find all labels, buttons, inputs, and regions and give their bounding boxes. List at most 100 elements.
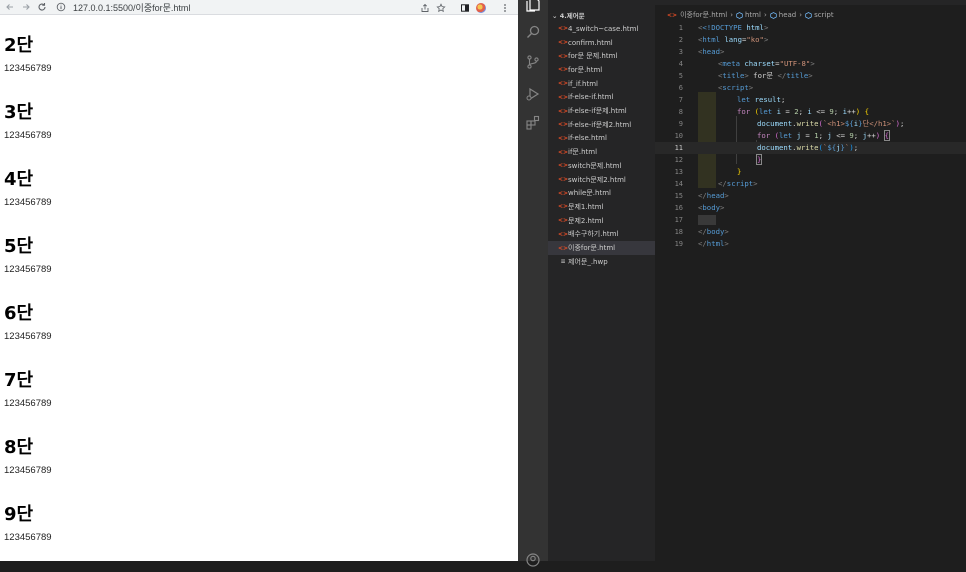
- chevron-right-icon: ›: [799, 11, 803, 19]
- file-item[interactable]: <> 문제1.html: [548, 200, 655, 214]
- search-icon[interactable]: [525, 24, 541, 40]
- code-line: 1 <<!DOCTYPE html>: [655, 22, 966, 34]
- file-item[interactable]: <> if-else-if문제.html: [548, 104, 655, 118]
- line-number: 6: [678, 84, 683, 92]
- back-arrow-icon[interactable]: [3, 1, 16, 14]
- file-name: for문.html: [568, 65, 603, 74]
- html-file-icon: <>: [558, 80, 569, 88]
- file-item[interactable]: <> for문.html: [548, 63, 655, 77]
- code-text: document.write(`${j}`);: [757, 143, 859, 152]
- forward-arrow-icon[interactable]: [19, 1, 32, 14]
- html-file-icon: <>: [558, 162, 569, 170]
- file-item[interactable]: <> 문제2.html: [548, 214, 655, 228]
- code-text: for (let i = 2; i <= 9; i++) {: [737, 107, 869, 116]
- html-file-icon: <>: [558, 121, 569, 129]
- file-item[interactable]: <> switch문제.html: [548, 159, 655, 173]
- code-text: <script>: [718, 83, 754, 92]
- gugu-block: 3단 123456789: [4, 102, 52, 141]
- file-item[interactable]: <> 4_switch~case.html: [548, 22, 655, 36]
- line-number: 9: [678, 120, 683, 128]
- html-file-icon: <>: [558, 134, 569, 142]
- file-item[interactable]: <> if문.html: [548, 145, 655, 159]
- side-panel-icon[interactable]: [458, 1, 471, 14]
- code-text: let result;: [737, 95, 786, 104]
- site-info-icon[interactable]: [54, 1, 67, 14]
- file-item[interactable]: ≡ 제어문_.hwp: [548, 255, 655, 269]
- file-item[interactable]: <> if-else.html: [548, 132, 655, 146]
- file-name: if-else-if문제2.html: [568, 120, 632, 129]
- code-line: 9 document.write(`<h1>${i}단</h1>`);: [655, 118, 966, 130]
- run-debug-icon[interactable]: [525, 86, 541, 102]
- line-number: 13: [674, 168, 683, 176]
- line-number: 1: [678, 24, 683, 32]
- file-name: if-else-if.html: [568, 93, 614, 102]
- file-item[interactable]: <> if-else-if.html: [548, 91, 655, 105]
- account-icon[interactable]: [525, 552, 541, 568]
- explorer-files-icon[interactable]: [525, 0, 541, 12]
- editor-tabs-strip: [655, 0, 966, 5]
- breadcrumb-item[interactable]: head: [779, 11, 796, 19]
- code-line: 5 <title> for문 </title>: [655, 70, 966, 82]
- folder-name: 4.제어문: [559, 12, 585, 20]
- file-item[interactable]: <> while문.html: [548, 186, 655, 200]
- source-control-icon[interactable]: [525, 54, 541, 70]
- code-text: <html lang="ko">: [698, 35, 769, 44]
- code-line: 8 for (let i = 2; i <= 9; i++) {: [655, 106, 966, 118]
- share-icon[interactable]: [418, 1, 431, 14]
- file-item[interactable]: <> if_if.html: [548, 77, 655, 91]
- more-menu-icon[interactable]: [498, 1, 511, 14]
- file-item[interactable]: <> if-else-if문제2.html: [548, 118, 655, 132]
- gugu-block: 2단 123456789: [4, 35, 52, 74]
- file-item-active[interactable]: <> 이중for문.html: [548, 241, 655, 255]
- file-name: 배수구하기.html: [568, 230, 619, 239]
- chevron-right-icon: ›: [763, 11, 767, 19]
- breadcrumb-item[interactable]: 이중for문.html: [680, 10, 727, 20]
- code-text: for (let j = 1; j <= 9; j++) {: [757, 130, 891, 141]
- browser-window: 127.0.0.1:5500/이중for문.html 2단 123456789 …: [0, 0, 518, 561]
- code-text: </head>: [698, 191, 729, 200]
- bookmark-star-icon[interactable]: [434, 1, 447, 14]
- dan-numbers: 123456789: [4, 532, 52, 543]
- reload-icon[interactable]: [35, 1, 48, 14]
- gugu-block: 9단 123456789: [4, 504, 52, 543]
- code-line: 17: [655, 214, 966, 226]
- dan-heading: 6단: [4, 303, 34, 324]
- line-number: 4: [678, 60, 683, 68]
- profile-avatar-icon[interactable]: [474, 1, 487, 14]
- dan-heading: 3단: [4, 102, 34, 123]
- gugu-block: 6단 123456789: [4, 303, 52, 342]
- html-file-icon: <>: [558, 217, 569, 225]
- html-file-icon: <>: [558, 230, 569, 238]
- html-file-icon: <>: [558, 107, 569, 115]
- code-line: 18 </body>: [655, 226, 966, 238]
- breadcrumb-item[interactable]: script: [814, 11, 834, 19]
- file-name: 문제2.html: [568, 216, 604, 225]
- line-number: 12: [674, 156, 683, 164]
- dan-numbers: 123456789: [4, 465, 52, 476]
- gugu-block: 5단 123456789: [4, 236, 52, 275]
- code-text: }: [755, 154, 763, 165]
- line-number: 16: [674, 204, 683, 212]
- extensions-icon[interactable]: [525, 115, 541, 131]
- activity-bar: [518, 0, 548, 567]
- explorer-folder[interactable]: ⌄ 4.제어문: [552, 10, 585, 20]
- code-text: <body>: [698, 203, 725, 212]
- line-number: 10: [674, 132, 683, 140]
- file-item[interactable]: <> for문 문제.html: [548, 49, 655, 63]
- file-item[interactable]: <> confirm.html: [548, 36, 655, 50]
- code-line-current: 11 document.write(`${j}`);: [655, 142, 966, 154]
- address-bar-url[interactable]: 127.0.0.1:5500/이중for문.html: [73, 1, 190, 14]
- code-editor[interactable]: <> 이중for문.html › html › head › script 1 …: [655, 0, 966, 561]
- html-file-icon: <>: [558, 39, 569, 47]
- file-item[interactable]: <> switch문제2.html: [548, 173, 655, 187]
- breadcrumb-item[interactable]: html: [745, 11, 761, 19]
- dan-heading: 9단: [4, 504, 34, 525]
- file-name: if_if.html: [568, 79, 598, 88]
- html-file-icon: <>: [558, 93, 569, 101]
- explorer-sidebar: ⌄ 4.제어문 <> 4_switch~case.html <> confirm.h…: [548, 0, 655, 561]
- file-name: 이중for문.html: [568, 244, 616, 253]
- html-file-icon: <>: [558, 66, 569, 74]
- file-item[interactable]: <> 배수구하기.html: [548, 228, 655, 242]
- breadcrumb: <> 이중for문.html › html › head › script: [667, 10, 834, 20]
- line-number: 17: [674, 216, 683, 224]
